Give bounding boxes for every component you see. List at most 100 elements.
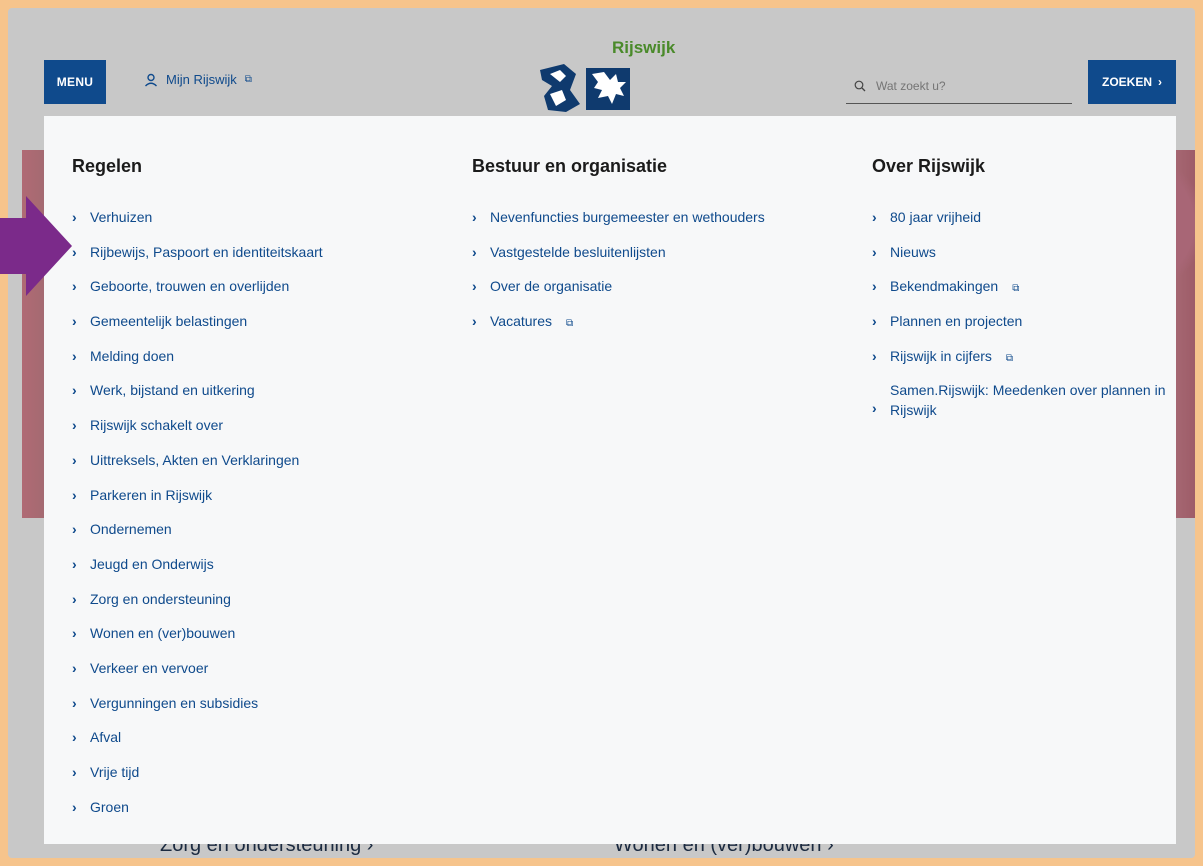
menu-item-label: Rijswijk in cijfers <box>890 347 992 364</box>
chevron-right-icon: › <box>1158 75 1162 89</box>
menu-item-label: Nevenfuncties burgemeester en wethouders <box>490 209 765 225</box>
external-link-icon: ⧉ <box>244 74 252 85</box>
menu-item-label-wrap: Vrije tijd <box>90 762 139 782</box>
menu-item-label-wrap: Plannen en projecten <box>890 311 1022 331</box>
chevron-right-icon: › <box>72 729 77 746</box>
search-field[interactable] <box>846 68 1072 104</box>
menu-item[interactable]: › Verkeer en vervoer <box>72 658 452 693</box>
menu-item-label: Vergunningen en subsidies <box>90 694 259 711</box>
menu-item[interactable]: › Ondernemen <box>72 519 452 554</box>
menu-item[interactable]: › Uittreksels, Akten en Verklaringen <box>72 450 452 485</box>
rijswijk-crest-logo[interactable] <box>536 60 636 116</box>
menu-item[interactable]: › Werk, bijstand en uitkering <box>72 380 452 415</box>
menu-item[interactable]: › Wonen en (ver)bouwen <box>72 623 452 658</box>
menu-item-label-wrap: Rijswijk schakelt over <box>90 415 223 435</box>
search-input[interactable] <box>876 78 1056 93</box>
menu-item[interactable]: › Afval <box>72 727 452 762</box>
menu-item-label-wrap: Geboorte, trouwen en overlijden <box>90 276 289 296</box>
menu-item-label-wrap: 80 jaar vrijheid <box>890 207 981 227</box>
menu-item[interactable]: › Gemeentelijk belastingen <box>72 311 452 346</box>
menu-item[interactable]: › Bekendmakingen ⧉ <box>872 276 1176 311</box>
chevron-right-icon: › <box>72 625 77 642</box>
chevron-right-icon: › <box>72 694 77 711</box>
menu-list: › Nevenfuncties burgemeester en wethouder… <box>472 207 852 346</box>
menu-button[interactable]: MENU <box>44 60 106 104</box>
external-link-icon: ⧉ <box>1005 352 1014 364</box>
menu-item-label: Wonen en (ver)bouwen <box>90 625 236 642</box>
chevron-right-icon: › <box>72 521 77 538</box>
menu-item-label-wrap: Jeugd en Onderwijs <box>90 554 214 574</box>
menu-item-label-wrap: Samen.Rijswijk: Meedenken over plannen i… <box>890 380 1176 420</box>
menu-item-label-wrap: Werk, bijstand en uitkering <box>90 380 255 400</box>
chevron-right-icon: › <box>72 659 77 676</box>
menu-item[interactable]: › Samen.Rijswijk: Meedenken over plannen … <box>872 380 1176 436</box>
search-button[interactable]: ZOEKEN › <box>1088 60 1176 104</box>
menu-item[interactable]: › Verhuizen <box>72 207 452 242</box>
menu-item-label: Groen <box>90 798 129 815</box>
menu-item-label: Vacatures <box>490 313 552 330</box>
menu-item-label: Nieuws <box>890 243 936 260</box>
mijn-rijswijk-label: Mijn Rijswijk <box>166 72 237 87</box>
menu-item-label-wrap: Vacatures ⧉ <box>490 311 573 334</box>
chevron-right-icon: › <box>472 243 477 260</box>
user-icon <box>145 73 157 87</box>
menu-item-label: Uittreksels, Akten en Verklaringen <box>90 451 300 468</box>
menu-item[interactable]: › Rijswijk in cijfers ⧉ <box>872 346 1176 381</box>
menu-item-label-wrap: Vastgestelde besluitenlijsten <box>490 242 666 262</box>
menu-item-label-wrap: Verkeer en vervoer <box>90 658 208 678</box>
menu-item[interactable]: › Rijswijk schakelt over <box>72 415 452 450</box>
menu-item-label-wrap: Afval <box>90 727 121 747</box>
chevron-right-icon: › <box>472 209 477 225</box>
chevron-right-icon: › <box>72 590 77 607</box>
menu-item-label: Plannen en projecten <box>890 313 1023 330</box>
menu-item[interactable]: › Zorg en ondersteuning <box>72 589 452 624</box>
menu-item[interactable]: › Jeugd en Onderwijs <box>72 554 452 589</box>
menu-item-label: Afval <box>90 729 122 746</box>
menu-item-label: Rijswijk schakelt over <box>90 417 224 434</box>
menu-item[interactable]: › Groen <box>72 797 452 832</box>
chevron-right-icon: › <box>872 209 877 225</box>
chevron-right-icon: › <box>72 382 77 399</box>
menu-item[interactable]: › Over de organisatie <box>472 276 852 311</box>
menu-item-label: Melding doen <box>90 347 175 364</box>
menu-item[interactable]: › Rijbewijs, Paspoort en identiteitskaart <box>72 242 452 277</box>
mijn-rijswijk-link[interactable]: Mijn Rijswijk ⧉ <box>144 72 252 87</box>
menu-item[interactable]: › Melding doen <box>72 346 452 381</box>
menu-item[interactable]: › 80 jaar vrijheid <box>872 207 1176 242</box>
menu-item-label: Bekendmakingen <box>890 278 999 295</box>
menu-item[interactable]: › Plannen en projecten <box>872 311 1176 346</box>
menu-item[interactable]: › Vacatures ⧉ <box>472 311 852 346</box>
menu-item[interactable]: › Nieuws <box>872 242 1176 277</box>
menu-item-label: Jeugd en Onderwijs <box>90 555 214 572</box>
menu-column-bestuur: Bestuur en organisatie › Nevenfuncties bu… <box>472 156 852 346</box>
external-link-icon: ⧉ <box>1012 283 1020 295</box>
menu-item[interactable]: › Geboorte, trouwen en overlijden <box>72 276 452 311</box>
menu-list: › 80 jaar vrijheid › Nieuws › Bekendmakingen ⧉… <box>872 207 1176 436</box>
chevron-right-icon: › <box>72 798 77 815</box>
chevron-right-icon: › <box>872 313 877 330</box>
chevron-right-icon: › <box>472 313 477 330</box>
menu-item[interactable]: › Vergunningen en subsidies <box>72 693 452 728</box>
chevron-right-icon: › <box>872 278 877 295</box>
menu-item-label-wrap: Nieuws <box>890 242 936 262</box>
menu-item[interactable]: › Parkeren in Rijswijk <box>72 485 452 520</box>
column-title: Over Rijswijk <box>872 156 986 176</box>
menu-item-label-wrap: Vergunningen en subsidies <box>90 693 258 713</box>
logo-text[interactable]: Rijswijk <box>612 38 675 58</box>
chevron-right-icon: › <box>72 243 77 260</box>
menu-list: › Verhuizen › Rijbewijs, Paspoort en identi… <box>72 207 452 831</box>
menu-item-label-wrap: Zorg en ondersteuning <box>90 589 231 609</box>
external-link-icon: ⧉ <box>566 318 574 330</box>
browser-frame: Zorg en ondersteuning › Wonen en (ver)bo… <box>8 8 1195 858</box>
menu-item-label: Vrije tijd <box>90 764 140 780</box>
column-title: Bestuur en organisatie <box>472 156 668 176</box>
chevron-right-icon: › <box>72 347 77 364</box>
menu-item-label: Over de organisatie <box>490 278 613 295</box>
menu-item[interactable]: › Vrije tijd <box>72 762 452 797</box>
menu-item-label: Verkeer en vervoer <box>90 659 209 676</box>
chevron-right-icon: › <box>72 451 77 468</box>
menu-item[interactable]: › Nevenfuncties burgemeester en wethouder… <box>472 207 852 242</box>
menu-item-label: Werk, bijstand en uitkering <box>90 382 255 399</box>
menu-item-label: Rijbewijs, Paspoort en identiteitskaart <box>90 243 323 260</box>
menu-item[interactable]: › Vastgestelde besluitenlijsten <box>472 242 852 277</box>
